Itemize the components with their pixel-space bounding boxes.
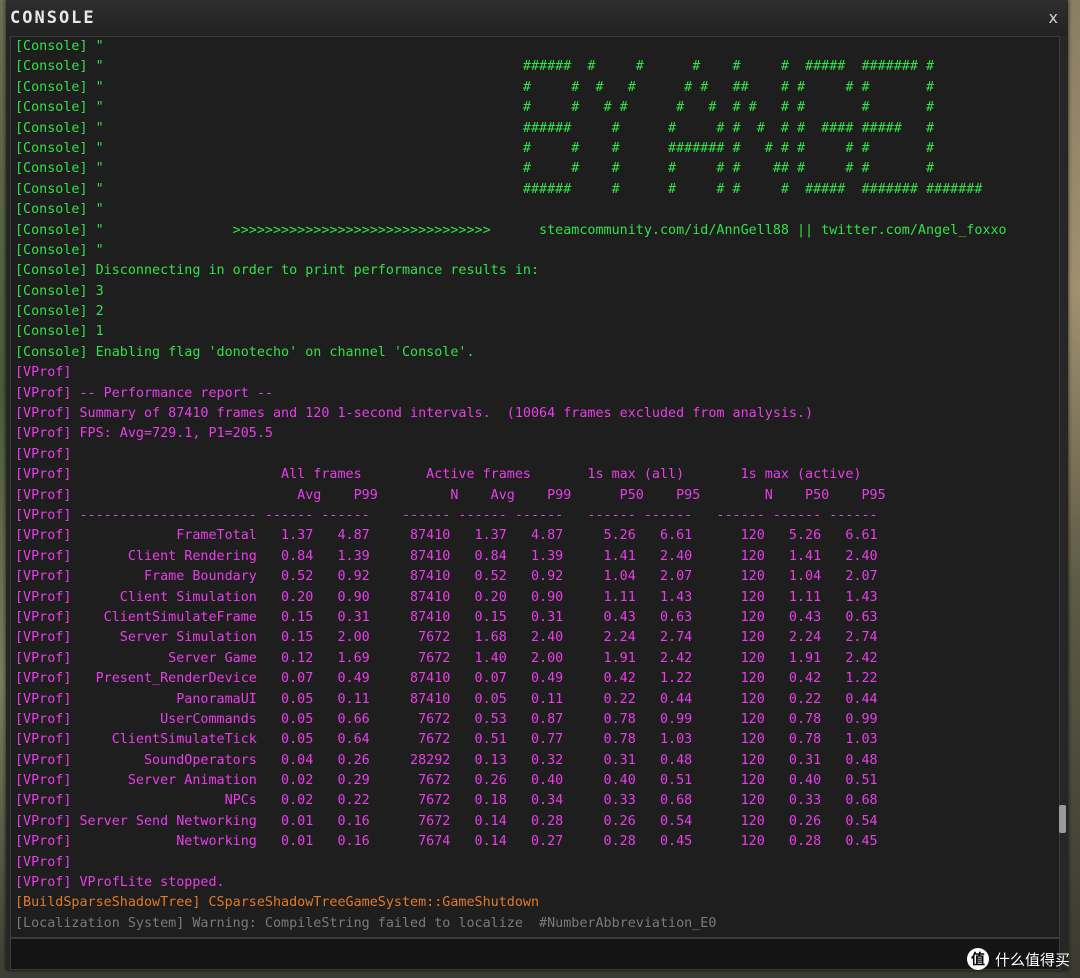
log-line: [VProf] ---------------------- ------ --… (15, 507, 878, 523)
log-line: [VProf] (15, 365, 72, 381)
log-line: [VProf] FrameTotal 1.37 4.87 87410 1.37 … (15, 528, 878, 544)
title-bar[interactable]: CONSOLE x (6, 0, 1068, 36)
log-line: [VProf] NPCs 0.02 0.22 7672 0.18 0.34 0.… (15, 793, 878, 809)
log-line: [VProf] Client Simulation 0.20 0.90 8741… (15, 589, 878, 605)
watermark-logo-icon: 值 (966, 948, 989, 970)
console-window: CONSOLE x [Console] " [Console] " ###### … (6, 0, 1068, 970)
log-line: [Console] " (15, 39, 104, 54)
console-input[interactable] (11, 939, 1059, 969)
watermark: 值 什么值得买 (966, 948, 1070, 970)
log-line: [VProf] VProfLite stopped. (15, 875, 225, 891)
log-line: [Console] 1 (15, 324, 104, 340)
window-title: CONSOLE (10, 8, 96, 28)
log-line: [VProf] All frames Active frames 1s max … (15, 467, 862, 483)
log-line: [Console] 2 (15, 304, 104, 320)
log-line: [BuildSparseShadowTree] CSparseShadowTre… (15, 895, 540, 911)
log-line: [Console] Disconnecting in order to prin… (15, 263, 540, 279)
log-line: [VProf] Avg P99 N Avg P99 P50 P95 N P50 … (15, 487, 886, 503)
scrollbar-thumb[interactable] (1059, 805, 1066, 833)
log-line: [VProf] FPS: Avg=729.1, P1=205.5 (15, 426, 273, 442)
log-line: [Localization System] Warning: CompileSt… (15, 915, 717, 931)
log-line: [VProf] (15, 446, 72, 462)
log-line: [VProf] (15, 854, 72, 870)
log-line: [Console] " # # # # # # ## # # # # (15, 161, 935, 177)
console-log[interactable]: [Console] " [Console] " ###### # # # # # … (10, 36, 1060, 938)
log-line: [VProf] Present_RenderDevice 0.07 0.49 8… (15, 671, 878, 687)
log-line: [VProf] -- Performance report -- (15, 385, 273, 401)
log-line: [Console] Enabling flag 'donotecho' on c… (15, 344, 475, 360)
log-line: [Console] " # # # # # # # # # # # # (15, 100, 935, 116)
log-line: [VProf] Server Send Networking 0.01 0.16… (15, 813, 878, 829)
background-right (1068, 0, 1080, 978)
log-line: [VProf] Server Simulation 0.15 2.00 7672… (15, 630, 878, 646)
log-line: [Console] " (15, 202, 104, 218)
log-line: [VProf] Frame Boundary 0.52 0.92 87410 0… (15, 569, 878, 585)
log-line: [VProf] UserCommands 0.05 0.66 7672 0.53… (15, 711, 878, 727)
console-input-bar[interactable] (10, 938, 1060, 970)
log-line: [Console] 3 (15, 283, 104, 299)
log-line: [Console] " ###### # # # # # ##### #####… (15, 59, 935, 75)
log-line: [VProf] Summary of 87410 frames and 120 … (15, 406, 814, 422)
scrollbar[interactable] (1059, 40, 1066, 930)
log-line: [VProf] Server Animation 0.02 0.29 7672 … (15, 773, 878, 789)
log-line: [VProf] PanoramaUI 0.05 0.11 87410 0.05 … (15, 691, 878, 707)
log-line: [Console] " (15, 242, 104, 258)
log-line: [VProf] SoundOperators 0.04 0.26 28292 0… (15, 752, 878, 768)
log-line: [Console] " # # # ####### # # # # # # # (15, 140, 935, 156)
close-icon[interactable]: x (1049, 8, 1058, 27)
log-line: [VProf] Client Rendering 0.84 1.39 87410… (15, 548, 878, 564)
log-line: [Console] " # # # # # # ## # # # # # (15, 79, 935, 95)
log-line: [VProf] Server Game 0.12 1.69 7672 1.40 … (15, 650, 878, 666)
log-line: [VProf] ClientSimulateFrame 0.15 0.31 87… (15, 609, 878, 625)
log-line: [Console] " ###### # # # # # ##### #####… (15, 181, 983, 197)
log-line: [Console] " >>>>>>>>>>>>>>>>>>>>>>>>>>>>… (15, 222, 1007, 238)
watermark-text: 什么值得买 (994, 950, 1070, 969)
log-line: [VProf] ClientSimulateTick 0.05 0.64 767… (15, 732, 878, 748)
log-line: [VProf] Networking 0.01 0.16 7674 0.14 0… (15, 834, 878, 850)
log-line: [Console] " ###### # # # # # # # #### ##… (15, 120, 935, 136)
